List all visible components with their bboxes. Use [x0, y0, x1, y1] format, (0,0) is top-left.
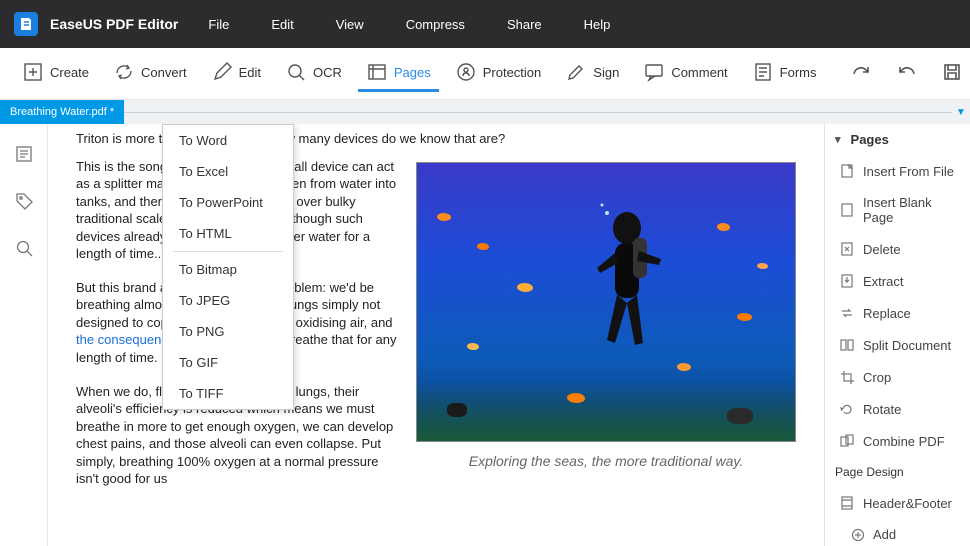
dd-to-html[interactable]: To HTML — [163, 218, 293, 249]
save-button[interactable] — [933, 55, 970, 92]
dd-to-tiff[interactable]: To TIFF — [163, 378, 293, 409]
dd-to-bitmap[interactable]: To Bitmap — [163, 254, 293, 285]
document-image — [416, 162, 796, 442]
document-viewport[interactable]: Triton is more than sufficient, and how … — [48, 124, 824, 546]
dd-to-excel[interactable]: To Excel — [163, 156, 293, 187]
create-button[interactable]: Create — [14, 55, 97, 92]
dd-to-jpeg[interactable]: To JPEG — [163, 285, 293, 316]
forms-button[interactable]: Forms — [744, 55, 825, 92]
combine-pdf[interactable]: Combine PDF — [825, 425, 970, 457]
main-toolbar: Create Convert Edit OCR Pages Protection… — [0, 48, 970, 100]
menu-help[interactable]: Help — [584, 17, 611, 32]
right-panel: ▾Pages Insert From File Insert Blank Pag… — [824, 124, 970, 546]
menu-edit[interactable]: Edit — [271, 17, 293, 32]
create-label: Create — [50, 65, 89, 80]
header-footer[interactable]: Header&Footer — [825, 487, 970, 519]
forms-label: Forms — [780, 65, 817, 80]
dd-to-powerpoint[interactable]: To PowerPoint — [163, 187, 293, 218]
protection-label: Protection — [483, 65, 542, 80]
search-icon[interactable] — [14, 238, 34, 261]
left-sidebar — [0, 124, 48, 546]
tab-dropdown-icon[interactable]: ▼ — [952, 107, 970, 118]
convert-button[interactable]: Convert — [105, 55, 195, 92]
pages-panel-title: ▾Pages — [825, 124, 970, 155]
active-tab[interactable]: Breathing Water.pdf * — [0, 100, 124, 124]
dd-separator — [173, 251, 283, 252]
tag-icon[interactable] — [14, 191, 34, 214]
menu-file[interactable]: File — [208, 17, 229, 32]
pages-label: Pages — [394, 65, 431, 80]
protection-button[interactable]: Protection — [447, 55, 550, 92]
menu-compress[interactable]: Compress — [406, 17, 465, 32]
sign-button[interactable]: Sign — [557, 55, 627, 92]
thumbnails-icon[interactable] — [14, 144, 34, 167]
pages-button[interactable]: Pages — [358, 55, 439, 92]
comment-label: Comment — [671, 65, 727, 80]
comment-button[interactable]: Comment — [635, 55, 735, 92]
image-caption: Exploring the seas, the more traditional… — [416, 452, 796, 471]
app-title: EaseUS PDF Editor — [50, 16, 178, 32]
replace-page[interactable]: Replace — [825, 297, 970, 329]
document-tabs: Breathing Water.pdf * ▼ — [0, 100, 970, 124]
dd-to-gif[interactable]: To GIF — [163, 347, 293, 378]
crop-page[interactable]: Crop — [825, 361, 970, 393]
dd-to-png[interactable]: To PNG — [163, 316, 293, 347]
app-logo — [14, 12, 38, 36]
title-bar: EaseUS PDF Editor File Edit View Compres… — [0, 0, 970, 48]
page-design-title: Page Design — [825, 457, 970, 487]
ocr-button[interactable]: OCR — [277, 55, 350, 92]
convert-dropdown: To Word To Excel To PowerPoint To HTML T… — [162, 124, 294, 410]
sign-label: Sign — [593, 65, 619, 80]
redo-button[interactable] — [841, 55, 879, 92]
rotate-page[interactable]: Rotate — [825, 393, 970, 425]
split-document[interactable]: Split Document — [825, 329, 970, 361]
add-header-footer[interactable]: Add — [825, 519, 970, 546]
menu-bar: File Edit View Compress Share Help — [208, 17, 610, 32]
edit-label: Edit — [239, 65, 261, 80]
menu-share[interactable]: Share — [507, 17, 542, 32]
edit-button[interactable]: Edit — [203, 55, 269, 92]
extract-page[interactable]: Extract — [825, 265, 970, 297]
insert-from-file[interactable]: Insert From File — [825, 155, 970, 187]
menu-view[interactable]: View — [336, 17, 364, 32]
ocr-label: OCR — [313, 65, 342, 80]
convert-label: Convert — [141, 65, 187, 80]
dd-to-word[interactable]: To Word — [163, 125, 293, 156]
undo-button[interactable] — [887, 55, 925, 92]
delete-page[interactable]: Delete — [825, 233, 970, 265]
insert-blank-page[interactable]: Insert Blank Page — [825, 187, 970, 233]
